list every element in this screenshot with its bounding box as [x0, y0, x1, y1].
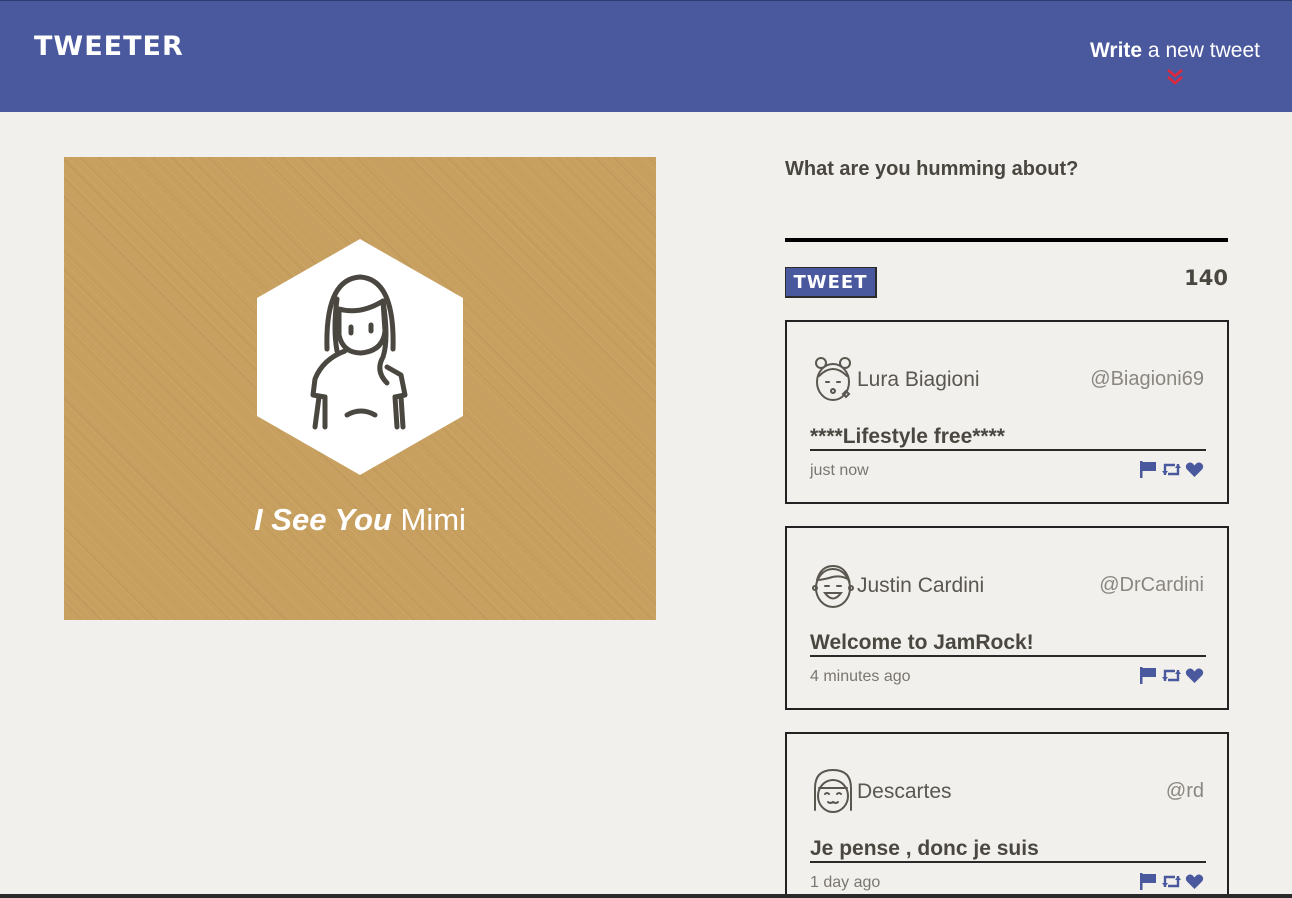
- double-chevron-down-icon: [1167, 69, 1183, 85]
- tweet-actions: [1139, 666, 1204, 685]
- tweet-submit-button[interactable]: TWEET: [785, 267, 877, 298]
- profile-name: I See You Mimi: [64, 502, 656, 538]
- tweet-actions: [1139, 872, 1204, 891]
- retweet-icon[interactable]: [1162, 666, 1181, 685]
- tweet-author-handle[interactable]: @rd: [1166, 780, 1204, 803]
- heart-icon[interactable]: [1185, 872, 1204, 891]
- flag-icon[interactable]: [1139, 460, 1158, 479]
- page-bottom-border: [0, 894, 1292, 898]
- boy-avatar-icon: [812, 564, 854, 608]
- girl-avatar-icon: [257, 239, 463, 475]
- tweet-timestamp: just now: [810, 462, 869, 479]
- tweet-text: ****Lifestyle free****: [810, 425, 1206, 451]
- tweet-card: Lura Biagioni @Biagioni69 ****Lifestyle …: [785, 320, 1229, 504]
- tweet-timestamp: 1 day ago: [810, 874, 881, 891]
- bob-hair-avatar-icon: [814, 768, 852, 813]
- brand-logo[interactable]: TWEETER: [34, 31, 184, 62]
- tweet-text: Welcome to JamRock!: [810, 631, 1206, 657]
- tweet-author-name[interactable]: Lura Biagioni: [857, 368, 980, 392]
- heart-icon[interactable]: [1185, 666, 1204, 685]
- tweet-author-handle[interactable]: @Biagioni69: [1090, 368, 1204, 391]
- tweet-text: Je pense , donc je suis: [810, 837, 1206, 863]
- tweet-textarea[interactable]: [785, 196, 1228, 242]
- character-counter: 140: [1184, 266, 1228, 290]
- tweet-timestamp: 4 minutes ago: [810, 668, 911, 685]
- tweet-author-name[interactable]: Descartes: [857, 780, 952, 804]
- retweet-icon[interactable]: [1162, 460, 1181, 479]
- tweet-card: Justin Cardini @DrCardini Welcome to Jam…: [785, 526, 1229, 710]
- retweet-icon[interactable]: [1162, 872, 1181, 891]
- flag-icon[interactable]: [1139, 872, 1158, 891]
- tweet-card: Descartes @rd Je pense , donc je suis 1 …: [785, 732, 1229, 898]
- profile-name-rest: Mimi: [391, 502, 466, 537]
- compose-rest-label: a new tweet: [1142, 39, 1260, 62]
- tweet-author-handle[interactable]: @DrCardini: [1099, 574, 1204, 597]
- girl-buns-avatar-icon: [815, 357, 851, 401]
- tweet-actions: [1139, 460, 1204, 479]
- profile-name-italic: I See You: [254, 502, 392, 537]
- composer-prompt: What are you humming about?: [785, 158, 1079, 180]
- top-nav: TWEETER Write a new tweet: [0, 0, 1292, 112]
- flag-icon[interactable]: [1139, 666, 1158, 685]
- compose-bold-label: Write: [1089, 39, 1143, 62]
- profile-card: I See You Mimi: [64, 157, 656, 620]
- compose-toggle-button[interactable]: Write a new tweet: [1090, 39, 1260, 87]
- tweet-author-name[interactable]: Justin Cardini: [857, 574, 984, 598]
- heart-icon[interactable]: [1185, 460, 1204, 479]
